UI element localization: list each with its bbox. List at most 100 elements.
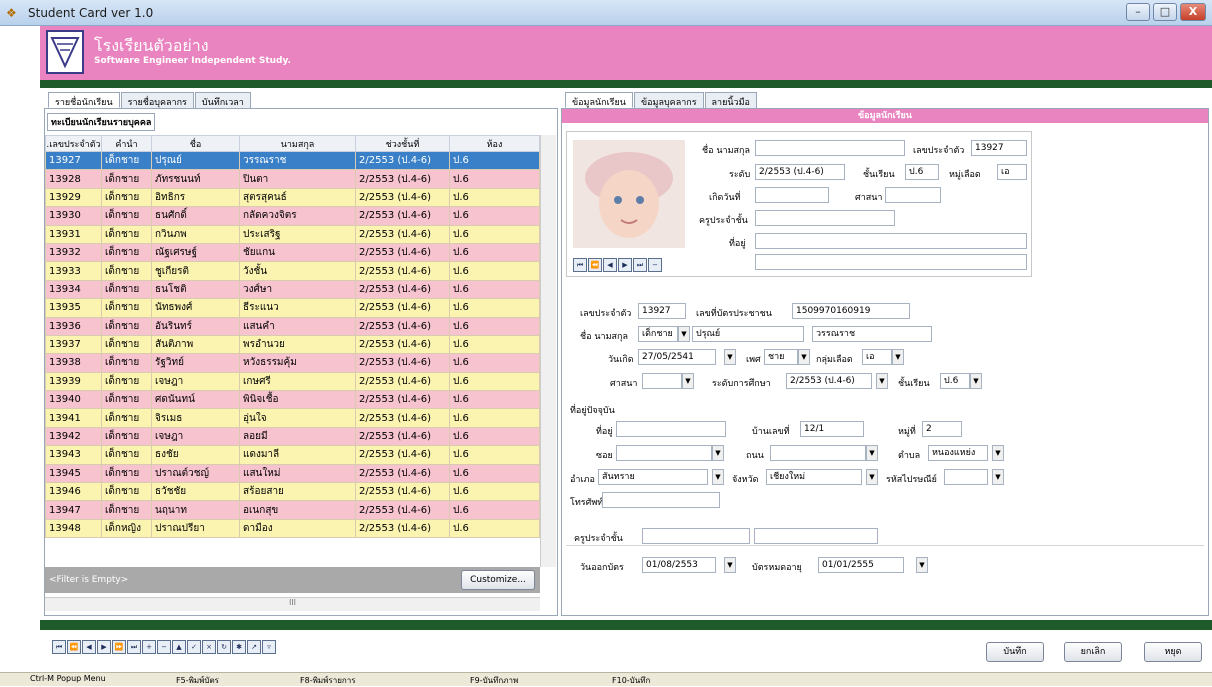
table-cell[interactable]: ป.6 [449,426,540,447]
table-cell[interactable]: ชัยแกน [239,242,356,263]
table-row[interactable]: 13940 เด็กชาย ศดนันทน์ พินิจเชื้อ 2/2553 (ป.… [45,390,540,410]
card-address-field-2[interactable] [755,254,1027,270]
card-birth-field[interactable] [755,187,829,203]
nav-prev-page-icon[interactable]: ⏪ [67,640,81,654]
table-row[interactable]: 13934 เด็กชาย ธนโชติ วงศ์ษา 2/2553 (ป.4-6) ป.… [45,279,540,300]
table-cell[interactable]: ปินตา [239,169,356,189]
table-cell[interactable]: 13935 [45,298,102,318]
post-icon[interactable]: ✓ [187,640,201,654]
table-cell[interactable]: 2/2553 (ป.4-6) [355,390,450,410]
table-cell[interactable]: ธงชัย [151,445,240,465]
table-cell[interactable]: ป.6 [449,408,540,428]
table-cell[interactable]: 13941 [45,408,102,428]
table-cell[interactable]: ป.6 [449,206,540,226]
card-address-field-1[interactable] [755,233,1027,249]
add-icon[interactable]: + [142,640,156,654]
table-cell[interactable]: 2/2553 (ป.4-6) [355,518,450,539]
table-cell[interactable]: 13931 [45,224,102,244]
table-cell[interactable]: 13936 [45,316,102,336]
table-cell[interactable]: สร้อยสาย [239,482,356,502]
filter-icon[interactable]: ▿ [262,640,276,654]
col-header-prefix[interactable]: คำนำ [101,135,152,152]
table-cell[interactable]: นัทธพงศ์ [151,298,240,318]
table-cell[interactable]: ป.6 [449,261,540,281]
tambon-select[interactable]: หนองแหย่ง [928,445,988,461]
tab-fingerprint[interactable]: ลายนิ้วมือ [704,92,757,108]
delete-icon[interactable]: − [157,640,171,654]
table-row[interactable]: 13943 เด็กชาย ธงชัย แดงมาลี 2/2553 (ป.4-6) ป.… [45,445,540,465]
table-cell[interactable]: เด็กชาย [101,279,152,300]
col-header-room[interactable]: ห้อง [449,135,540,152]
religion-dropdown-icon[interactable]: ▼ [682,373,694,389]
table-cell[interactable]: ดามือง [239,518,356,539]
table-cell[interactable]: 2/2553 (ป.4-6) [355,261,450,281]
card-id-field[interactable]: 13927 [971,140,1027,156]
photo-next-icon[interactable]: ▶ [618,258,632,272]
sex-select[interactable]: ชาย [764,349,798,365]
table-cell[interactable]: ป.6 [449,463,540,484]
minimize-button[interactable]: – [1126,3,1150,21]
table-cell[interactable]: ธนโชติ [151,279,240,300]
table-cell[interactable]: ธนศักดิ์ [151,206,240,226]
teacher-field-1[interactable] [642,528,750,544]
table-cell[interactable]: เจษฎา [151,371,240,392]
table-cell[interactable]: 2/2553 (ป.4-6) [355,353,450,373]
birthdate-field[interactable]: 27/05/2541 [638,349,716,365]
table-cell[interactable]: อิทธิกร [151,187,240,208]
cancel-button[interactable]: ยกเลิก [1064,642,1122,662]
table-cell[interactable]: ชูเกียรติ [151,261,240,281]
prefix-select[interactable]: เด็กชาย [638,326,678,342]
table-cell[interactable]: เด็กชาย [101,316,152,336]
table-cell[interactable]: ป.6 [449,242,540,263]
table-row[interactable]: 13935 เด็กชาย นัทธพงศ์ ธีระแนว 2/2553 (ป.4-6… [45,298,540,318]
table-cell[interactable]: ภัทรชนนท์ [151,169,240,189]
table-cell[interactable]: 2/2553 (ป.4-6) [355,242,450,263]
table-row[interactable]: 13927 เด็กชาย ปรุณย์ วรรณราช 2/2553 (ป.4-6) ป… [45,150,540,171]
table-row[interactable]: 13938 เด็กชาย รัฐวิทย์ หวังธรรมคุ้ม 2/2553 (… [45,353,540,373]
col-header-firstname[interactable]: ชื่อ [151,135,240,152]
nav-prev-icon[interactable]: ◀ [82,640,96,654]
table-cell[interactable]: 13934 [45,279,102,300]
zipcode-dropdown-icon[interactable]: ▼ [992,469,1004,485]
table-cell[interactable]: 2/2553 (ป.4-6) [355,408,450,428]
table-cell[interactable]: ป.6 [449,279,540,300]
table-row[interactable]: 13936 เด็กชาย อันรินทร์ แสนคำ 2/2553 (ป.4-6)… [45,316,540,336]
table-cell[interactable]: 2/2553 (ป.4-6) [355,482,450,502]
table-row[interactable]: 13931 เด็กชาย กวินภพ ประเสริฐ 2/2553 (ป.4-6)… [45,224,540,244]
maximize-button[interactable]: □ [1153,3,1177,21]
photo-first-icon[interactable]: ⏮ [573,258,587,272]
photo-last-icon[interactable]: ⏭ [633,258,647,272]
edit-icon[interactable]: ▲ [172,640,186,654]
table-cell[interactable]: อันรินทร์ [151,316,240,336]
table-cell[interactable]: เด็กชาย [101,500,152,520]
table-cell[interactable]: เด็กชาย [101,206,152,226]
issue-date-field[interactable]: 01/08/2553 [642,557,716,573]
col-header-id[interactable]: .เลขประจำตัว [45,135,102,152]
table-cell[interactable]: 2/2553 (ป.4-6) [355,334,450,355]
table-row[interactable]: 13945 เด็กชาย ปราณต์วชญ์ แสนใหม่ 2/2553 (ป.4… [45,463,540,484]
table-cell[interactable]: สันติภาพ [151,334,240,355]
table-cell[interactable]: 2/2553 (ป.4-6) [355,279,450,300]
table-cell[interactable]: แดงมาลี [239,445,356,465]
table-cell[interactable]: อุ่นใจ [239,408,356,428]
table-cell[interactable]: 2/2553 (ป.4-6) [355,298,450,318]
road-dropdown-icon[interactable]: ▼ [866,445,878,461]
table-cell[interactable]: เด็กหญิง [101,518,152,539]
table-row[interactable]: 13937 เด็กชาย สันติภาพ พรอำนวย 2/2553 (ป.4-6… [45,334,540,355]
soi-dropdown-icon[interactable]: ▼ [712,445,724,461]
table-cell[interactable]: 2/2553 (ป.4-6) [355,150,450,171]
table-cell[interactable]: ป.6 [449,482,540,502]
table-cell[interactable]: เด็กชาย [101,242,152,263]
table-cell[interactable]: อเนกสุข [239,500,356,520]
card-religion-field[interactable] [885,187,941,203]
table-row[interactable]: 13942 เด็กชาย เจษฎา ลอยมี 2/2553 (ป.4-6) ป.6 [45,426,540,447]
tab-staff-list[interactable]: รายชื่อบุคลากร [120,92,194,108]
table-cell[interactable]: เด็กชาย [101,408,152,428]
table-cell[interactable]: 13942 [45,426,102,447]
tab-staff-info[interactable]: ข้อมูลบุคลากร [633,92,704,108]
table-cell[interactable]: 2/2553 (ป.4-6) [355,445,450,465]
table-cell[interactable]: 13938 [45,353,102,373]
table-cell[interactable]: ประเสริฐ [239,224,356,244]
lastname-field[interactable]: วรรณราช [812,326,932,342]
tambon-dropdown-icon[interactable]: ▼ [992,445,1004,461]
